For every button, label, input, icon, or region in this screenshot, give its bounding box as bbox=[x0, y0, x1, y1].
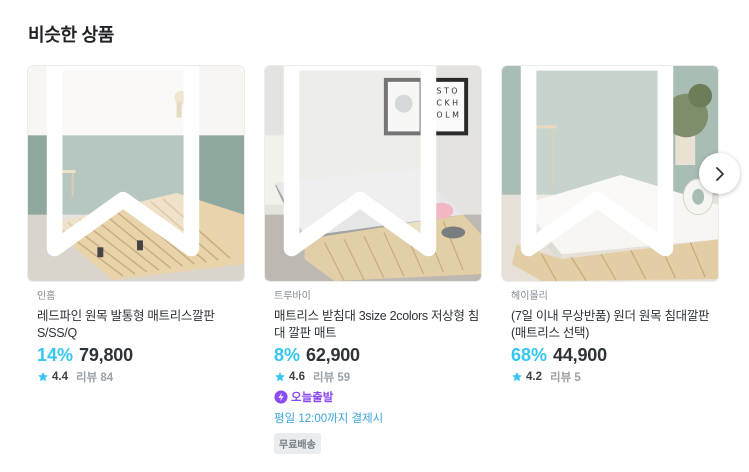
bookmark-icon[interactable] bbox=[501, 65, 705, 268]
chevron-right-icon bbox=[715, 166, 724, 181]
price-row: 68% 44,900 bbox=[511, 345, 719, 367]
product-price: 44,900 bbox=[553, 345, 607, 365]
star-icon bbox=[38, 372, 48, 382]
lightning-icon bbox=[274, 390, 288, 404]
product-name[interactable]: 레드파인 원목 발통형 매트리스깔판 S/SS/Q bbox=[37, 308, 245, 342]
carousel-next-button[interactable] bbox=[699, 153, 740, 194]
review-summary: 4.6 리뷰 59 bbox=[274, 369, 482, 385]
price-row: 8% 62,900 bbox=[274, 345, 482, 367]
product-brand: 인홈 bbox=[37, 291, 56, 302]
review-count: 리뷰 84 bbox=[76, 372, 114, 384]
product-card[interactable]: S T O C K H O L M 트루바이 매트리스 받침대 3size 2c… bbox=[264, 65, 482, 454]
product-image[interactable] bbox=[501, 65, 719, 282]
discount-rate: 8% bbox=[274, 345, 301, 365]
section-title: 비슷한 상품 bbox=[28, 25, 115, 45]
product-image[interactable]: S T O C K H O L M bbox=[264, 65, 482, 282]
product-card[interactable]: 헤이몰리 (7일 이내 무상반품) 원더 원목 침대깔판 (매트리스 선택) 6… bbox=[501, 65, 719, 385]
product-name[interactable]: (7일 이내 무상반품) 원더 원목 침대깔판 (매트리스 선택) bbox=[511, 308, 719, 342]
product-price: 79,800 bbox=[79, 345, 133, 365]
star-icon bbox=[512, 372, 522, 382]
review-summary: 4.4 리뷰 84 bbox=[37, 369, 245, 385]
product-image[interactable] bbox=[27, 65, 245, 282]
product-price: 62,900 bbox=[306, 345, 360, 365]
product-name[interactable]: 매트리스 받침대 3size 2colors 저상형 침대 깔판 매트 bbox=[274, 308, 482, 342]
rating-value: 4.2 bbox=[526, 371, 542, 383]
deadline-text: 평일 12:00까지 결제시 bbox=[274, 413, 384, 425]
free-shipping-badge: 무료배송 bbox=[274, 433, 321, 454]
today-departure-badge: 오늘출발 bbox=[274, 389, 482, 405]
product-card[interactable]: 인홈 레드파인 원목 발통형 매트리스깔판 S/SS/Q 14% 79,800 … bbox=[27, 65, 245, 385]
product-brand: 헤이몰리 bbox=[511, 291, 548, 302]
bookmark-icon[interactable] bbox=[264, 65, 468, 268]
discount-rate: 68% bbox=[511, 345, 548, 365]
rating-value: 4.4 bbox=[52, 371, 68, 383]
product-brand: 트루바이 bbox=[274, 291, 311, 302]
departure-label: 오늘출발 bbox=[291, 392, 334, 404]
price-row: 14% 79,800 bbox=[37, 345, 245, 367]
star-icon bbox=[275, 372, 285, 382]
review-count: 리뷰 59 bbox=[313, 372, 351, 384]
bookmark-icon[interactable] bbox=[27, 65, 231, 268]
review-count: 리뷰 5 bbox=[550, 372, 581, 384]
discount-rate: 14% bbox=[37, 345, 74, 365]
rating-value: 4.6 bbox=[289, 371, 305, 383]
review-summary: 4.2 리뷰 5 bbox=[511, 369, 719, 385]
